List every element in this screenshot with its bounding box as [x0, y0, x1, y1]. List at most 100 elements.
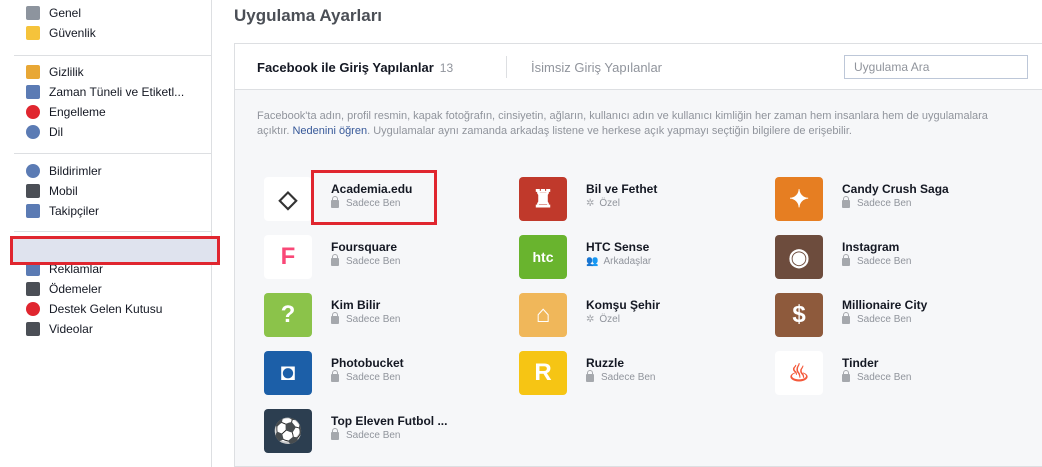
app-name[interactable]: Komşu Şehir — [586, 298, 660, 312]
app-highlight-box — [311, 170, 437, 225]
app-privacy-label: Sadece Ben — [857, 256, 912, 267]
tab-facebook-login-label: Facebook ile Giriş Yapılanlar — [257, 60, 434, 75]
app-privacy[interactable]: Sadece Ben — [842, 253, 912, 267]
shield-icon — [26, 26, 40, 40]
sidebar-item-film[interactable]: Videolar — [26, 320, 93, 338]
app-name[interactable]: Photobucket — [331, 356, 404, 370]
app-privacy[interactable]: ✲ Özel — [586, 198, 620, 209]
film-icon — [26, 322, 40, 336]
lock-user-icon — [26, 65, 40, 79]
sidebar-item-label: Mobil — [49, 184, 78, 198]
app-name[interactable]: Instagram — [842, 240, 899, 254]
mobile-icon — [26, 184, 40, 198]
millionaire-city-icon[interactable]: $ — [775, 293, 823, 337]
app-name[interactable]: Tinder — [842, 356, 878, 370]
app-name[interactable]: Foursquare — [331, 240, 397, 254]
app-privacy[interactable]: Sadece Ben — [842, 369, 912, 383]
app-privacy[interactable]: Sadece Ben — [331, 311, 401, 325]
kimbilir-icon[interactable]: ? — [264, 293, 312, 337]
app-item[interactable]: R Ruzzle Sadece Ben — [519, 351, 759, 399]
app-privacy-label: Sadece Ben — [346, 256, 401, 267]
app-item[interactable]: ♜ Bil ve Fethet ✲ Özel — [519, 177, 759, 225]
instagram-icon[interactable]: ◉ — [775, 235, 823, 279]
timeline-icon — [26, 85, 40, 99]
sidebar-item-card[interactable]: Ödemeler — [26, 280, 102, 298]
sidebar-item-label: Engelleme — [49, 105, 106, 119]
tab-facebook-login[interactable]: Facebook ile Giriş Yapılanlar 13 — [257, 60, 453, 75]
lock-icon — [842, 253, 850, 266]
app-item[interactable]: htc HTC Sense 👥 Arkadaşlar — [519, 235, 759, 283]
academia-icon[interactable]: ◇ — [264, 177, 312, 221]
app-name[interactable]: HTC Sense — [586, 240, 649, 254]
app-privacy-label: Sadece Ben — [346, 314, 401, 325]
sidebar-item-globe-notification[interactable]: Bildirimler — [26, 162, 102, 180]
sidebar-item-label: Bildirimler — [49, 164, 102, 178]
tab-facebook-login-count: 13 — [439, 61, 454, 75]
sidebar-item-lock-user[interactable]: Gizlilik — [26, 63, 84, 81]
lock-icon — [331, 311, 339, 324]
app-privacy[interactable]: Sadece Ben — [331, 253, 401, 267]
app-item[interactable]: $ Millionaire City Sadece Ben — [775, 293, 1015, 341]
sidebar-active-highlight — [10, 236, 220, 265]
ruzzle-icon[interactable]: R — [519, 351, 567, 395]
sidebar-item-label: Zaman Tüneli ve Etiketl... — [49, 85, 185, 99]
app-item[interactable]: ⌂ Komşu Şehir ✲ Özel — [519, 293, 759, 341]
sidebar-item-label: Genel — [49, 6, 82, 20]
app-privacy-label: Sadece Ben — [857, 372, 912, 383]
app-privacy[interactable]: Sadece Ben — [331, 369, 401, 383]
gear-icon — [26, 6, 40, 20]
foursquare-icon[interactable]: F — [264, 235, 312, 279]
sidebar-item-globe[interactable]: Dil — [26, 123, 63, 141]
app-privacy[interactable]: Sadece Ben — [842, 311, 912, 325]
top-eleven-icon[interactable]: ⚽ — [264, 409, 312, 453]
app-name[interactable]: Millionaire City — [842, 298, 927, 312]
sidebar-item-rss[interactable]: Takipçiler — [26, 202, 99, 220]
sidebar-item-shield[interactable]: Güvenlik — [26, 24, 96, 42]
app-item[interactable]: F Foursquare Sadece Ben — [264, 235, 504, 283]
app-name[interactable]: Top Eleven Futbol ... — [331, 414, 447, 428]
candy-icon[interactable]: ✦ — [775, 177, 823, 221]
tinder-icon[interactable]: ♨ — [775, 351, 823, 395]
app-privacy[interactable]: Sadece Ben — [586, 369, 656, 383]
learn-why-link[interactable]: Nedenini öğren — [292, 125, 367, 137]
sidebar-item-gear[interactable]: Genel — [26, 4, 81, 22]
app-item[interactable]: ◉ Instagram Sadece Ben — [775, 235, 1015, 283]
app-privacy[interactable]: 👥 Arkadaşlar — [586, 256, 651, 267]
app-item[interactable]: ♨ Tinder Sadece Ben — [775, 351, 1015, 399]
app-privacy-label: Sadece Ben — [346, 372, 401, 383]
app-name[interactable]: Ruzzle — [586, 356, 624, 370]
app-name[interactable]: Bil ve Fethet — [586, 182, 657, 196]
panel-header: Facebook ile Giriş Yapılanlar 13 İsimsiz … — [235, 44, 1042, 90]
app-privacy[interactable]: ✲ Özel — [586, 314, 620, 325]
app-item[interactable]: ? Kim Bilir Sadece Ben — [264, 293, 504, 341]
sidebar-item-timeline[interactable]: Zaman Tüneli ve Etiketl... — [26, 83, 184, 101]
app-item[interactable]: ◘ Photobucket Sadece Ben — [264, 351, 504, 399]
tab-anonymous-login[interactable]: İsimsiz Giriş Yapılanlar — [531, 60, 662, 75]
globe-notification-icon — [26, 164, 40, 178]
htc-icon[interactable]: htc — [519, 235, 567, 279]
sidebar-item-label: Dil — [49, 125, 63, 139]
app-name[interactable]: Candy Crush Saga — [842, 182, 949, 196]
app-privacy-label: Özel — [599, 314, 620, 325]
app-item[interactable]: ✦ Candy Crush Saga Sadece Ben — [775, 177, 1015, 225]
app-privacy[interactable]: Sadece Ben — [331, 427, 401, 441]
sidebar-item-label: Videolar — [49, 322, 93, 336]
app-privacy-label: Arkadaşlar — [603, 256, 652, 267]
photobucket-icon[interactable]: ◘ — [264, 351, 312, 395]
sidebar-item-mobile[interactable]: Mobil — [26, 182, 78, 200]
gear-icon: ✲ — [586, 198, 595, 209]
app-search-input[interactable] — [844, 55, 1028, 79]
tab-divider — [506, 56, 507, 78]
apps-description: Facebook'ta adın, profil resmin, kapak f… — [257, 109, 1017, 139]
app-item[interactable]: ⚽ Top Eleven Futbol ... Sadece Ben — [264, 409, 504, 457]
sidebar-item-label: Güvenlik — [49, 26, 96, 40]
komsusehir-icon[interactable]: ⌂ — [519, 293, 567, 337]
sidebar-item-lifebuoy[interactable]: Destek Gelen Kutusu — [26, 300, 162, 318]
app-name[interactable]: Kim Bilir — [331, 298, 380, 312]
sidebar-item-block[interactable]: Engelleme — [26, 103, 106, 121]
lock-icon — [842, 311, 850, 324]
app-privacy[interactable]: Sadece Ben — [842, 195, 912, 209]
gear-icon: ✲ — [586, 314, 595, 325]
castle-icon[interactable]: ♜ — [519, 177, 567, 221]
rss-icon — [26, 204, 40, 218]
